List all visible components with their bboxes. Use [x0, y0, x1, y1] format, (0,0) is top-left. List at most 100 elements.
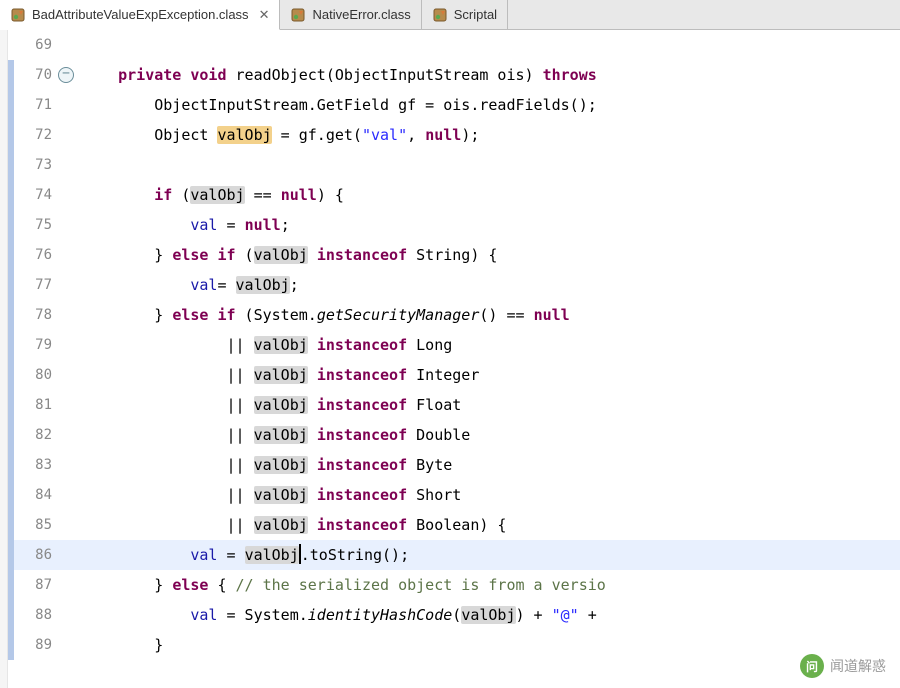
code-token: {: [208, 576, 235, 594]
editor-tab[interactable]: Scriptal: [422, 0, 508, 29]
code-token: valObj: [254, 396, 308, 414]
line-number: 75: [14, 210, 58, 240]
code-line[interactable]: 73: [8, 150, 900, 180]
code-content[interactable]: || valObj instanceof Double: [78, 420, 900, 450]
class-file-icon: [290, 7, 306, 23]
code-token: throws: [543, 66, 597, 84]
code-line[interactable]: 79 || valObj instanceof Long: [8, 330, 900, 360]
code-content[interactable]: val= valObj;: [78, 270, 900, 300]
close-icon[interactable]: ✕: [259, 7, 270, 23]
code-token: val: [190, 606, 217, 624]
code-line[interactable]: 70− private void readObject(ObjectInputS…: [8, 60, 900, 90]
code-content[interactable]: [78, 30, 900, 60]
overview-ruler: [0, 30, 8, 688]
code-token: valObj: [461, 606, 515, 624]
code-content[interactable]: } else if (valObj instanceof String) {: [78, 240, 900, 270]
fold-gutter: [58, 450, 78, 480]
code-content[interactable]: || valObj instanceof Long: [78, 330, 900, 360]
code-token: "@": [552, 606, 579, 624]
code-token: // the serialized object is from a versi…: [236, 576, 606, 594]
code-line[interactable]: 77 val= valObj;: [8, 270, 900, 300]
code-line[interactable]: 80 || valObj instanceof Integer: [8, 360, 900, 390]
code-token: [308, 246, 317, 264]
fold-gutter: [58, 210, 78, 240]
code-line[interactable]: 87 } else { // the serialized object is …: [8, 570, 900, 600]
fold-gutter: [58, 300, 78, 330]
line-number: 78: [14, 300, 58, 330]
fold-gutter: [58, 240, 78, 270]
code-token: [82, 606, 190, 624]
code-content[interactable]: [78, 150, 900, 180]
code-content[interactable]: } else if (System.getSecurityManager() =…: [78, 300, 900, 330]
line-number: 76: [14, 240, 58, 270]
code-content[interactable]: || valObj instanceof Float: [78, 390, 900, 420]
code-content[interactable]: }: [78, 630, 900, 660]
code-line[interactable]: 74 if (valObj == null) {: [8, 180, 900, 210]
code-line[interactable]: 84 || valObj instanceof Short: [8, 480, 900, 510]
code-token: ||: [82, 336, 254, 354]
code-line[interactable]: 81 || valObj instanceof Float: [8, 390, 900, 420]
code-token: ||: [82, 366, 254, 384]
code-token: val: [190, 546, 217, 564]
line-number: 80: [14, 360, 58, 390]
code-line[interactable]: 89 }: [8, 630, 900, 660]
code-line[interactable]: 78 } else if (System.getSecurityManager(…: [8, 300, 900, 330]
code-editor[interactable]: 6970− private void readObject(ObjectInpu…: [0, 30, 900, 688]
code-line[interactable]: 86 val = valObj.toString();: [8, 540, 900, 570]
line-number: 73: [14, 150, 58, 180]
code-content[interactable]: || valObj instanceof Byte: [78, 450, 900, 480]
code-line[interactable]: 75 val = null;: [8, 210, 900, 240]
code-content[interactable]: } else { // the serialized object is fro…: [78, 570, 900, 600]
code-line[interactable]: 85 || valObj instanceof Boolean) {: [8, 510, 900, 540]
code-token: String) {: [407, 246, 497, 264]
code-content[interactable]: val = null;: [78, 210, 900, 240]
code-token: Integer: [407, 366, 479, 384]
code-token: =: [217, 546, 244, 564]
code-token: valObj: [217, 126, 271, 144]
class-file-icon: [432, 7, 448, 23]
code-line[interactable]: 82 || valObj instanceof Double: [8, 420, 900, 450]
code-line[interactable]: 83 || valObj instanceof Byte: [8, 450, 900, 480]
fold-gutter: [58, 630, 78, 660]
code-token: ObjectInputStream.GetField gf = ois.read…: [82, 96, 597, 114]
code-token: instanceof: [317, 456, 407, 474]
line-number: 79: [14, 330, 58, 360]
code-token: valObj: [254, 336, 308, 354]
editor-tab[interactable]: NativeError.class: [280, 0, 421, 29]
code-content[interactable]: || valObj instanceof Short: [78, 480, 900, 510]
fold-collapse-icon[interactable]: −: [58, 67, 74, 83]
code-content[interactable]: val = System.identityHashCode(valObj) + …: [78, 600, 900, 630]
code-content[interactable]: || valObj instanceof Integer: [78, 360, 900, 390]
code-content[interactable]: private void readObject(ObjectInputStrea…: [78, 60, 900, 90]
code-token: (: [236, 246, 254, 264]
editor-tab[interactable]: BadAttributeValueExpException.class✕: [0, 0, 280, 30]
code-token: ) {: [317, 186, 344, 204]
fold-gutter: [58, 270, 78, 300]
code-line[interactable]: 72 Object valObj = gf.get("val", null);: [8, 120, 900, 150]
code-content[interactable]: Object valObj = gf.get("val", null);: [78, 120, 900, 150]
fold-gutter[interactable]: −: [58, 60, 78, 90]
code-token: [308, 426, 317, 444]
code-token: if: [217, 306, 235, 324]
watermark-logo-icon: 问: [800, 654, 824, 678]
fold-gutter: [58, 420, 78, 450]
code-content[interactable]: val = valObj.toString();: [78, 540, 900, 570]
line-number: 84: [14, 480, 58, 510]
code-content[interactable]: || valObj instanceof Boolean) {: [78, 510, 900, 540]
code-token: [82, 546, 190, 564]
code-token: ||: [82, 396, 254, 414]
code-token: "val": [362, 126, 407, 144]
code-token: identityHashCode: [308, 606, 453, 624]
code-token: readObject(ObjectInputStream ois): [227, 66, 543, 84]
code-line[interactable]: 71 ObjectInputStream.GetField gf = ois.r…: [8, 90, 900, 120]
code-line[interactable]: 69: [8, 30, 900, 60]
code-content[interactable]: ObjectInputStream.GetField gf = ois.read…: [78, 90, 900, 120]
code-line[interactable]: 76 } else if (valObj instanceof String) …: [8, 240, 900, 270]
code-content[interactable]: if (valObj == null) {: [78, 180, 900, 210]
code-token: valObj: [254, 516, 308, 534]
code-token: () ==: [479, 306, 533, 324]
code-line[interactable]: 88 val = System.identityHashCode(valObj)…: [8, 600, 900, 630]
code-token: null: [281, 186, 317, 204]
code-token: ==: [245, 186, 281, 204]
code-token: = gf.get(: [272, 126, 362, 144]
